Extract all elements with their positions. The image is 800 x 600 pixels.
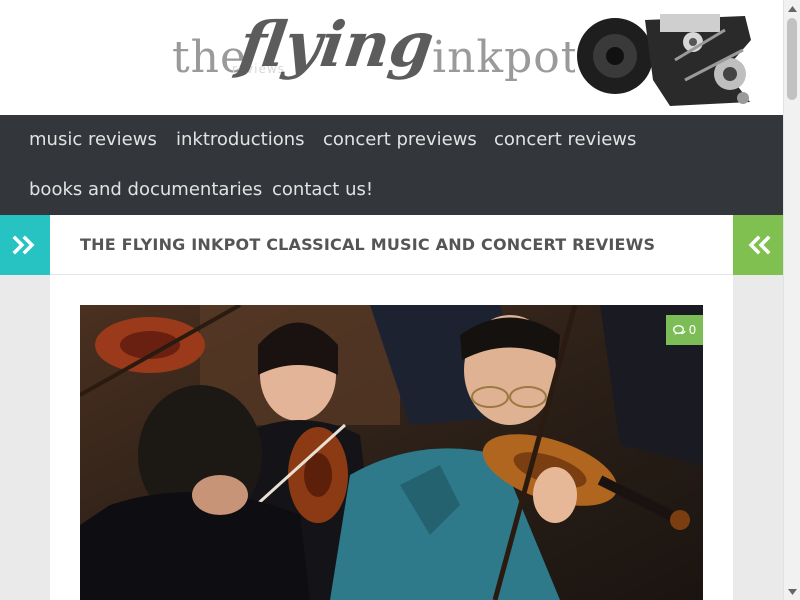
main-navigation: music reviews inktroductions concert pre… [0, 115, 783, 215]
site-logo[interactable]: the reviews flying inkpot [170, 6, 755, 110]
page-title: THE FLYING INKPOT CLASSICAL MUSIC AND CO… [80, 235, 656, 254]
main-content: 0 [50, 275, 733, 600]
nav-item-music-reviews[interactable]: music reviews [29, 129, 157, 150]
nav-item-concert-reviews[interactable]: concert reviews [494, 129, 636, 150]
double-chevron-left-icon [748, 235, 771, 255]
nav-item-concert-previews[interactable]: concert previews [323, 129, 477, 150]
nav-item-contact-us[interactable]: contact us! [272, 179, 373, 200]
chevron-up-icon [788, 5, 797, 12]
logo-text-inkpot: inkpot [432, 32, 580, 83]
scroll-down-arrow[interactable] [784, 583, 800, 600]
comment-count-badge[interactable]: 0 [666, 315, 703, 345]
violin-scroll-image [575, 10, 755, 106]
comments-icon [672, 324, 686, 335]
scroll-up-arrow[interactable] [784, 0, 800, 17]
logo-text-flying: flying [234, 8, 439, 81]
nav-item-books-and-documentaries[interactable]: books and documentaries [29, 179, 262, 200]
double-chevron-right-icon [12, 235, 35, 255]
featured-post-image[interactable]: 0 [80, 305, 703, 600]
page-title-bar: THE FLYING INKPOT CLASSICAL MUSIC AND CO… [50, 215, 733, 275]
expand-left-sidebar-button[interactable] [0, 215, 50, 275]
nav-item-inktroductions[interactable]: inktroductions [176, 129, 305, 150]
comment-count: 0 [688, 323, 697, 337]
orchestra-violinists-photo [80, 305, 703, 600]
scrollbar-thumb[interactable] [787, 18, 797, 100]
vertical-scrollbar[interactable] [783, 0, 800, 600]
expand-right-sidebar-button[interactable] [733, 215, 783, 275]
site-header: the reviews flying inkpot [0, 0, 783, 115]
chevron-down-icon [788, 588, 797, 595]
